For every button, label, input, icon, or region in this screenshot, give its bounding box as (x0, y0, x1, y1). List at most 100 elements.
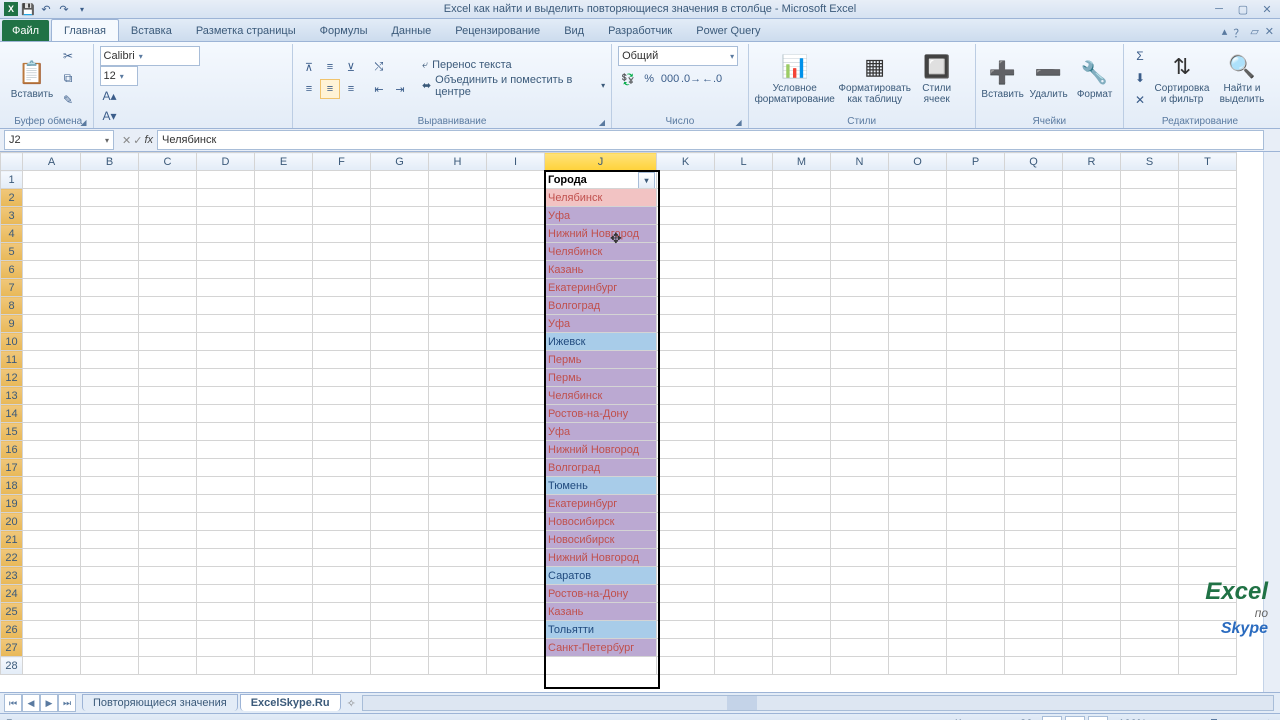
delete-cells-button[interactable]: ➖Удалить (1028, 46, 1070, 110)
page-break-view-icon[interactable]: ▥ (1088, 716, 1108, 720)
cell-G26[interactable] (371, 621, 429, 639)
ribbon-minimize-icon[interactable]: ▴ (1222, 25, 1228, 41)
cell-A16[interactable] (23, 441, 81, 459)
cell-T27[interactable] (1179, 639, 1237, 657)
redo-icon[interactable]: ↷ (56, 1, 72, 17)
cell-G8[interactable] (371, 297, 429, 315)
tab-powerquery[interactable]: Power Query (684, 20, 772, 41)
cell-Q5[interactable] (1005, 243, 1063, 261)
column-header-C[interactable]: C (139, 153, 197, 171)
row-header-2[interactable]: 2 (1, 189, 23, 207)
enter-formula-icon[interactable]: ✓ (133, 134, 142, 147)
cell-K27[interactable] (657, 639, 715, 657)
cell-G25[interactable] (371, 603, 429, 621)
cell-O27[interactable] (889, 639, 947, 657)
row-header-6[interactable]: 6 (1, 261, 23, 279)
cell-N15[interactable] (831, 423, 889, 441)
cell-O18[interactable] (889, 477, 947, 495)
cell-S5[interactable] (1121, 243, 1179, 261)
tab-data[interactable]: Данные (379, 20, 443, 41)
cell-P6[interactable] (947, 261, 1005, 279)
cell-T9[interactable] (1179, 315, 1237, 333)
cell-N28[interactable] (831, 657, 889, 675)
cell-M22[interactable] (773, 549, 831, 567)
cell-Q15[interactable] (1005, 423, 1063, 441)
cell-D15[interactable] (197, 423, 255, 441)
formula-input[interactable]: Челябинск (157, 130, 1264, 150)
cell-F20[interactable] (313, 513, 371, 531)
cell-L25[interactable] (715, 603, 773, 621)
cell-L20[interactable] (715, 513, 773, 531)
cell-H25[interactable] (429, 603, 487, 621)
cell-K8[interactable] (657, 297, 715, 315)
cell-N2[interactable] (831, 189, 889, 207)
horizontal-scrollbar[interactable] (362, 695, 1274, 711)
cell-O24[interactable] (889, 585, 947, 603)
cell-E6[interactable] (255, 261, 313, 279)
minimize-icon[interactable]: ─ (1210, 2, 1228, 16)
autosum-icon[interactable]: Σ (1130, 46, 1150, 66)
cell-L15[interactable] (715, 423, 773, 441)
cell-N19[interactable] (831, 495, 889, 513)
cell-L18[interactable] (715, 477, 773, 495)
cell-J2[interactable]: Челябинск (545, 189, 657, 207)
cell-L28[interactable] (715, 657, 773, 675)
cell-S3[interactable] (1121, 207, 1179, 225)
align-middle-icon[interactable]: ≡ (320, 57, 340, 77)
row-header-20[interactable]: 20 (1, 513, 23, 531)
cell-L13[interactable] (715, 387, 773, 405)
cell-O11[interactable] (889, 351, 947, 369)
window-restore-icon[interactable]: ▱ (1250, 25, 1258, 41)
cell-B12[interactable] (81, 369, 139, 387)
cell-Q25[interactable] (1005, 603, 1063, 621)
tab-review[interactable]: Рецензирование (443, 20, 552, 41)
cell-D9[interactable] (197, 315, 255, 333)
cell-H12[interactable] (429, 369, 487, 387)
cell-B13[interactable] (81, 387, 139, 405)
cell-L12[interactable] (715, 369, 773, 387)
align-bottom-icon[interactable]: ⊻ (341, 57, 361, 77)
font-size-combo[interactable]: 12▾ (100, 66, 138, 86)
cell-T23[interactable] (1179, 567, 1237, 585)
tab-view[interactable]: Вид (552, 20, 596, 41)
tab-developer[interactable]: Разработчик (596, 20, 684, 41)
find-select-button[interactable]: 🔍Найти и выделить (1214, 46, 1270, 110)
cell-A24[interactable] (23, 585, 81, 603)
cell-O3[interactable] (889, 207, 947, 225)
column-header-R[interactable]: R (1063, 153, 1121, 171)
cell-I6[interactable] (487, 261, 545, 279)
cell-P15[interactable] (947, 423, 1005, 441)
cell-D23[interactable] (197, 567, 255, 585)
sort-filter-button[interactable]: ⇅Сортировка и фильтр (1154, 46, 1210, 110)
wrap-text-button[interactable]: ⤶Перенос текста (422, 59, 605, 72)
cell-N17[interactable] (831, 459, 889, 477)
cell-M11[interactable] (773, 351, 831, 369)
cell-D28[interactable] (197, 657, 255, 675)
cell-B5[interactable] (81, 243, 139, 261)
cell-I17[interactable] (487, 459, 545, 477)
cell-O9[interactable] (889, 315, 947, 333)
cell-O19[interactable] (889, 495, 947, 513)
cell-I8[interactable] (487, 297, 545, 315)
select-all-button[interactable] (1, 153, 23, 171)
cell-N7[interactable] (831, 279, 889, 297)
cell-I11[interactable] (487, 351, 545, 369)
dialog-launcher-icon[interactable]: ◢ (736, 118, 742, 127)
qat-more-icon[interactable]: ▾ (74, 1, 90, 17)
cell-P24[interactable] (947, 585, 1005, 603)
cell-B3[interactable] (81, 207, 139, 225)
cell-O14[interactable] (889, 405, 947, 423)
cell-J24[interactable]: Ростов-на-Дону (545, 585, 657, 603)
cell-J6[interactable]: Казань (545, 261, 657, 279)
cell-R3[interactable] (1063, 207, 1121, 225)
cell-H18[interactable] (429, 477, 487, 495)
cell-R13[interactable] (1063, 387, 1121, 405)
cell-I20[interactable] (487, 513, 545, 531)
cell-Q10[interactable] (1005, 333, 1063, 351)
cell-P2[interactable] (947, 189, 1005, 207)
align-center-icon[interactable]: ≡ (320, 79, 340, 99)
cell-I26[interactable] (487, 621, 545, 639)
cell-Q19[interactable] (1005, 495, 1063, 513)
cell-J12[interactable]: Пермь (545, 369, 657, 387)
cell-B15[interactable] (81, 423, 139, 441)
